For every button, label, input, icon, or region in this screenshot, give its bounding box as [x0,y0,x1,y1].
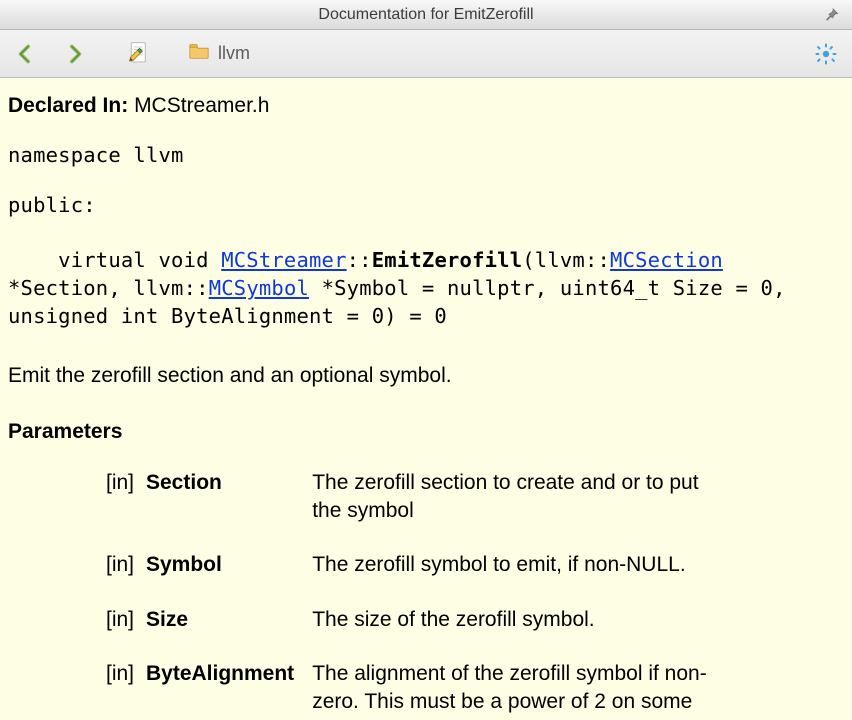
link-mcsymbol[interactable]: MCSymbol [209,276,309,300]
param-dir: [in] [86,461,146,544]
param-name: ByteAlignment [146,652,312,720]
parameters-heading: Parameters [8,418,844,446]
edit-document-button[interactable] [122,36,158,72]
settings-button[interactable] [812,40,840,68]
link-mcstreamer[interactable]: MCStreamer [221,248,346,272]
back-button[interactable] [8,36,44,72]
param-desc: The size of the zerofill symbol. [312,598,732,652]
window-title: Documentation for EmitZerofill [318,6,533,24]
table-row: [in] Size The size of the zerofill symbo… [86,598,732,652]
summary: Emit the zerofill section and an optiona… [8,362,844,390]
param-desc: The alignment of the zerofill symbol if … [312,652,732,720]
table-row: [in] Symbol The zerofill symbol to emit,… [86,543,732,597]
declared-in-line: Declared In: MCStreamer.h [8,92,844,120]
doc-content: Declared In: MCStreamer.h namespace llvm… [0,78,852,720]
sig-open: (llvm:: [522,248,610,272]
access-line: public: [8,192,844,220]
param-desc: The zerofill symbol to emit, if non-NULL… [312,543,732,597]
param-desc: The zerofill section to create and or to… [312,461,732,544]
param-name: Section [146,461,312,544]
table-row: [in] ByteAlignment The alignment of the … [86,652,732,720]
toolbar: llvm [0,30,852,78]
window-titlebar: Documentation for EmitZerofill [0,0,852,30]
param-dir: [in] [86,543,146,597]
parameters-table: [in] Section The zerofill section to cre… [86,461,732,720]
breadcrumb[interactable]: llvm [188,41,800,66]
table-row: [in] Section The zerofill section to cre… [86,461,732,544]
param-dir: [in] [86,598,146,652]
sig-sep: :: [347,248,372,272]
forward-button[interactable] [56,36,92,72]
signature: virtual void MCStreamer::EmitZerofill(ll… [8,220,844,358]
link-mcsection[interactable]: MCSection [610,248,723,272]
param-name: Symbol [146,543,312,597]
pin-icon[interactable] [820,4,842,26]
declared-in-file: MCStreamer.h [134,94,269,117]
param-dir: [in] [86,652,146,720]
sig-method: EmitZerofill [372,248,523,272]
namespace-line: namespace llvm [8,142,844,170]
breadcrumb-label: llvm [218,43,250,64]
param-name: Size [146,598,312,652]
declared-in-label: Declared In: [8,94,128,117]
folder-icon [188,41,210,66]
sig-pre: virtual void [58,248,221,272]
